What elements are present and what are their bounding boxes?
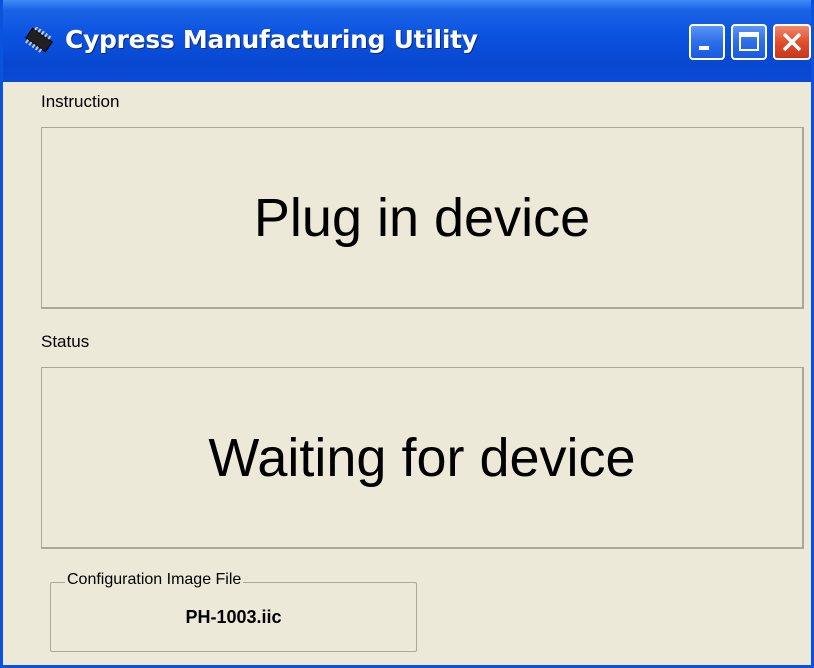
minimize-icon — [699, 46, 709, 50]
status-panel: Waiting for device — [41, 367, 804, 549]
window-title: Cypress Manufacturing Utility — [65, 25, 478, 54]
chip-icon — [25, 27, 53, 53]
instruction-label: Instruction — [41, 92, 120, 111]
status-label: Status — [41, 332, 90, 351]
close-button[interactable] — [773, 24, 811, 60]
close-icon — [782, 32, 802, 52]
maximize-icon — [739, 32, 759, 51]
config-image-value: PH-1003.iic — [185, 607, 282, 627]
title-bar[interactable]: Cypress Manufacturing Utility — [3, 0, 811, 82]
config-image-label: Configuration Image File — [65, 571, 244, 589]
status-text: Waiting for device — [208, 427, 636, 488]
config-image-groupbox: Configuration Image File PH-1003.iic — [50, 571, 417, 652]
instruction-text: Plug in device — [253, 187, 591, 248]
minimize-button[interactable] — [689, 24, 725, 60]
client-area: Instruction Plug in device Status Waitin… — [3, 82, 811, 665]
app-window: Cypress Manufacturing Utility Instructio… — [0, 0, 814, 668]
instruction-panel: Plug in device — [41, 127, 804, 309]
maximize-button[interactable] — [731, 24, 767, 60]
